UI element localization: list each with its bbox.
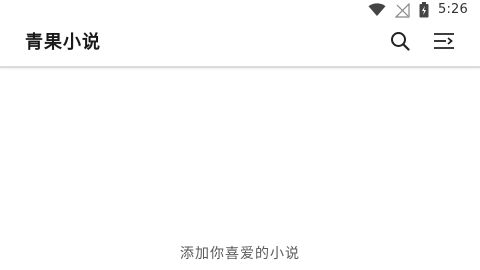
status-time: 5:26 bbox=[438, 2, 468, 17]
search-icon bbox=[389, 30, 411, 56]
status-icons: 5:26 bbox=[368, 2, 468, 18]
empty-bookshelf-hint[interactable]: 添加你喜爱的小说 bbox=[0, 244, 480, 264]
signal-icon bbox=[395, 2, 410, 18]
search-button[interactable] bbox=[389, 32, 411, 54]
app-bar: 青果小说 bbox=[0, 20, 480, 68]
app-title: 青果小说 bbox=[25, 32, 101, 53]
wifi-icon bbox=[368, 3, 386, 17]
menu-icon bbox=[432, 31, 456, 55]
app-screen: 5:26 青果小说 添加你喜爱的小说 bbox=[0, 0, 480, 270]
battery-icon bbox=[419, 2, 429, 18]
menu-button[interactable] bbox=[433, 32, 455, 54]
status-bar: 5:26 bbox=[0, 0, 480, 20]
